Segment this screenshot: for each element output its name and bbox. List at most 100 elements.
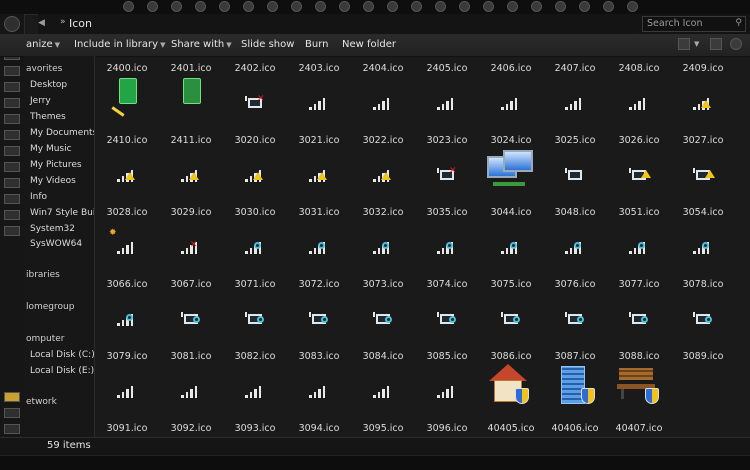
slide-show-button[interactable]: Slide show [241, 39, 294, 50]
gadget-icon[interactable] [4, 82, 20, 92]
gadget-icon[interactable] [4, 146, 20, 156]
file-item[interactable]: 3085.ico [415, 290, 479, 362]
nav-info[interactable]: Info [30, 192, 47, 202]
file-item[interactable]: 40406.ico [543, 362, 607, 434]
search-icon[interactable]: ⚲ [735, 18, 742, 28]
nav-win7-style-bui[interactable]: Win7 Style Bui [30, 208, 94, 218]
file-item[interactable]: 3075.ico [479, 218, 543, 290]
file-item[interactable]: 3048.ico [543, 146, 607, 218]
dock-icon[interactable] [363, 1, 374, 12]
nav-jerry[interactable]: Jerry [30, 96, 51, 106]
dock-icon[interactable] [195, 1, 206, 12]
gadget-icon[interactable] [4, 130, 20, 140]
include-in-library-button[interactable]: Include in library ▼ [74, 39, 165, 50]
dock-icon[interactable] [339, 1, 350, 12]
nav-network[interactable]: etwork [26, 397, 57, 407]
file-item[interactable]: 2411.ico [159, 74, 223, 146]
organize-button[interactable]: anize ▼ [26, 39, 60, 50]
view-options-icon[interactable] [678, 38, 690, 50]
gadget-icon[interactable] [4, 162, 20, 172]
nav-system32[interactable]: System32 [30, 224, 75, 234]
file-item[interactable]: 2406.ico [479, 56, 543, 74]
nav-local-disk-c[interactable]: Local Disk (C:) [30, 350, 94, 360]
nav-my-music[interactable]: My Music [30, 144, 72, 154]
nav-desktop[interactable]: Desktop [30, 80, 67, 90]
file-item[interactable]: ✸ 3066.ico [95, 218, 159, 290]
file-item[interactable]: 3026.ico [607, 74, 671, 146]
file-item[interactable]: ✕ 3067.ico [159, 218, 223, 290]
nav-computer[interactable]: omputer [26, 334, 64, 344]
file-item[interactable]: 3087.ico [543, 290, 607, 362]
nav-libraries[interactable]: ibraries [26, 270, 60, 280]
file-item[interactable]: 2403.ico [287, 56, 351, 74]
file-item[interactable]: 2405.ico [415, 56, 479, 74]
file-item[interactable]: 3051.ico [607, 146, 671, 218]
burn-button[interactable]: Burn [305, 39, 328, 50]
nav-local-disk-e[interactable]: Local Disk (E:) [30, 366, 94, 376]
file-item[interactable]: 3083.ico [287, 290, 351, 362]
file-item[interactable]: 3084.ico [351, 290, 415, 362]
dock-icon[interactable] [147, 1, 158, 12]
file-item[interactable]: 3023.ico [415, 74, 479, 146]
new-folder-button[interactable]: New folder [342, 39, 396, 50]
file-item[interactable]: 3094.ico [287, 362, 351, 434]
file-item[interactable]: 3089.ico [671, 290, 735, 362]
file-item[interactable]: 3092.ico [159, 362, 223, 434]
nav-my-videos[interactable]: My Videos [30, 176, 76, 186]
file-item[interactable]: 3077.ico [607, 218, 671, 290]
dock-icon[interactable] [603, 1, 614, 12]
tray-icon[interactable] [4, 408, 20, 418]
file-item[interactable]: 2409.ico [671, 56, 735, 74]
gadget-icon[interactable] [4, 194, 20, 204]
breadcrumb-separator[interactable]: » [60, 17, 66, 27]
gadget-icon[interactable] [4, 178, 20, 188]
file-item[interactable]: 3054.ico [671, 146, 735, 218]
breadcrumb-current[interactable]: Icon [69, 17, 92, 30]
file-item[interactable]: 3095.ico [351, 362, 415, 434]
file-item[interactable]: 3079.ico [95, 290, 159, 362]
file-item[interactable]: 3025.ico [543, 74, 607, 146]
gadget-icon[interactable] [4, 66, 20, 76]
file-item[interactable]: 3073.ico [351, 218, 415, 290]
orb-icon[interactable] [4, 16, 20, 32]
file-item[interactable]: 3028.ico [95, 146, 159, 218]
file-item[interactable]: 2402.ico [223, 56, 287, 74]
dock-icon[interactable] [507, 1, 518, 12]
nav-my-pictures[interactable]: My Pictures [30, 160, 82, 170]
help-icon[interactable] [730, 38, 742, 50]
file-item[interactable]: 3027.ico [671, 74, 735, 146]
file-item[interactable]: 3031.ico [287, 146, 351, 218]
dock-icon[interactable] [435, 1, 446, 12]
file-item[interactable]: 3081.ico [159, 290, 223, 362]
file-item[interactable]: 2408.ico [607, 56, 671, 74]
dock-icon[interactable] [291, 1, 302, 12]
nav-homegroup[interactable]: lomegroup [26, 302, 74, 312]
close-icon[interactable] [627, 1, 638, 12]
preview-pane-icon[interactable] [710, 38, 722, 50]
file-item[interactable]: 2401.ico [159, 56, 223, 74]
gadget-icon[interactable] [4, 210, 20, 220]
file-item[interactable]: 3071.ico [223, 218, 287, 290]
file-item[interactable]: 2400.ico [95, 56, 159, 74]
file-item[interactable]: 3032.ico [351, 146, 415, 218]
dock-icon[interactable] [219, 1, 230, 12]
file-item[interactable]: 2410.ico [95, 74, 159, 146]
file-item[interactable]: 3072.ico [287, 218, 351, 290]
file-item[interactable]: 2407.ico [543, 56, 607, 74]
share-with-button[interactable]: Share with ▼ [171, 39, 232, 50]
dock-icon[interactable] [387, 1, 398, 12]
file-item[interactable]: 40407.ico [607, 362, 671, 434]
search-input[interactable]: Search Icon ⚲ [642, 16, 746, 32]
dock-icon[interactable] [531, 1, 542, 12]
file-item[interactable]: 3076.ico [543, 218, 607, 290]
dock-icon[interactable] [555, 1, 566, 12]
dock-icon[interactable] [411, 1, 422, 12]
file-item[interactable]: 3093.ico [223, 362, 287, 434]
file-item[interactable]: ✕ 3020.ico [223, 74, 287, 146]
gadget-icon[interactable] [4, 226, 20, 236]
nav-syswow64[interactable]: SysWOW64 [30, 239, 82, 249]
gadget-icon[interactable] [4, 98, 20, 108]
back-arrow-icon[interactable]: ◀ [38, 18, 50, 30]
file-item[interactable]: 3078.ico [671, 218, 735, 290]
file-item[interactable]: 2404.ico [351, 56, 415, 74]
